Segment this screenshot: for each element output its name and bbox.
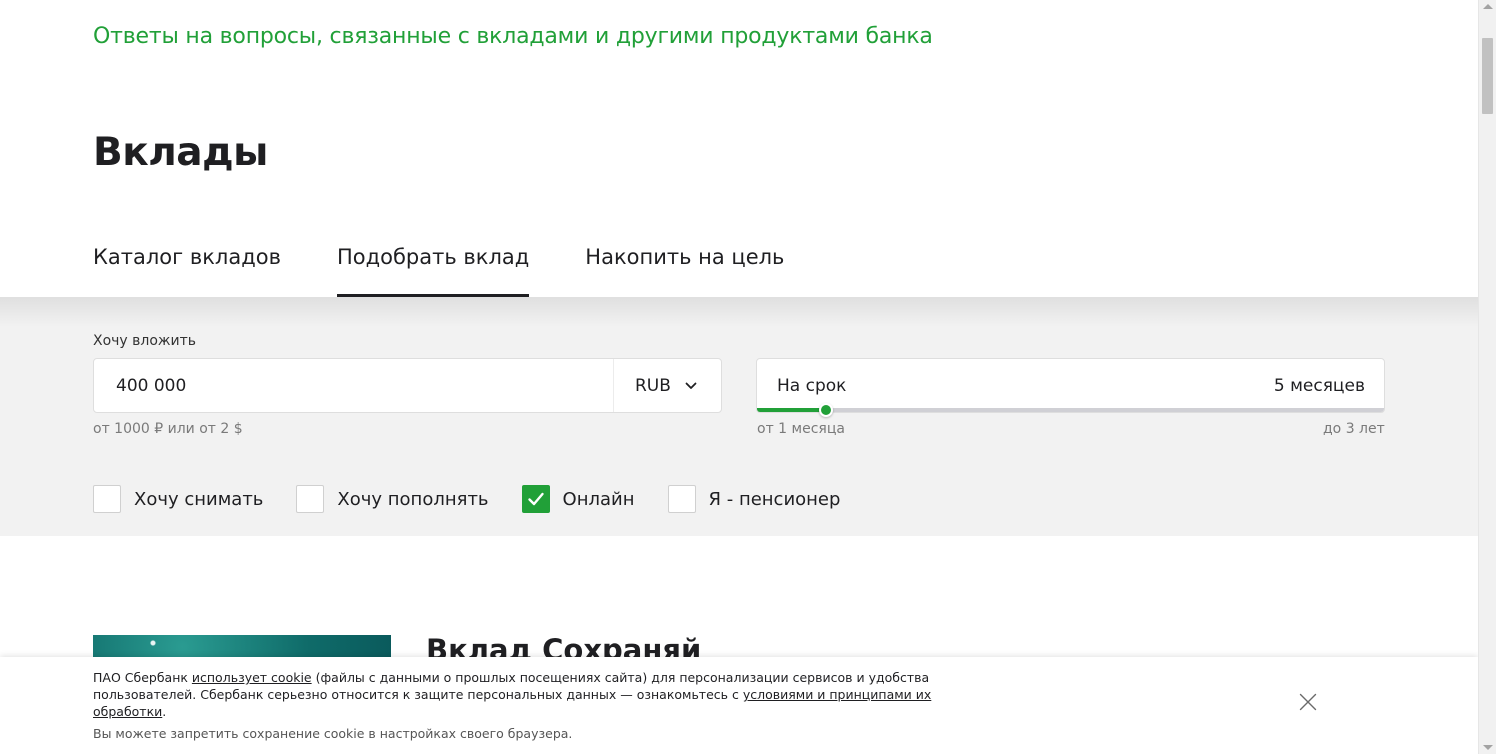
checkbox-label: Хочу пополнять: [337, 488, 489, 510]
checkbox-box[interactable]: [93, 485, 121, 513]
checkbox-box[interactable]: [667, 485, 696, 513]
amount-divider: [613, 359, 614, 412]
term-slider-fill: [757, 408, 826, 412]
checkbox-label: Я - пенсионер: [708, 488, 841, 510]
cookie-banner: ПАО Сбербанк использует cookie (файлы с …: [0, 657, 1478, 754]
checkbox-online[interactable]: Онлайн: [521, 485, 635, 513]
checkbox-replenish[interactable]: Хочу пополнять: [296, 485, 489, 513]
close-icon[interactable]: [1299, 693, 1317, 711]
cookie-policy-link[interactable]: использует cookie: [192, 670, 312, 685]
term-field[interactable]: На срок 5 месяцев: [756, 358, 1385, 417]
tab-pick-deposit[interactable]: Подобрать вклад: [336, 240, 530, 297]
checkbox-withdraw[interactable]: Хочу снимать: [93, 485, 263, 513]
cookie-note: Вы можете запретить сохранение cookie в …: [93, 726, 573, 741]
checkmark-icon: [527, 492, 544, 506]
term-value: 5 месяцев: [1273, 376, 1365, 396]
page-title: Вклады: [93, 130, 268, 175]
cookie-text: ПАО Сбербанк использует cookie (файлы с …: [93, 669, 933, 720]
checkbox-label: Онлайн: [562, 488, 635, 510]
scroll-down-arrow-icon[interactable]: [1483, 745, 1493, 750]
term-label: На срок: [777, 376, 847, 396]
amount-hint: от 1000 ₽ или от 2 $: [93, 421, 243, 437]
checkbox-label: Хочу снимать: [134, 488, 264, 510]
amount-input[interactable]: [116, 359, 596, 412]
checkbox-pensioner[interactable]: Я - пенсионер: [667, 485, 841, 513]
tabs: Каталог вкладов Подобрать вклад Накопить…: [93, 240, 784, 297]
cookie-text-part: .: [162, 704, 167, 719]
chevron-down-icon: [685, 382, 697, 389]
term-slider-track[interactable]: [757, 408, 1384, 412]
tab-save-for-goal[interactable]: Накопить на цель: [585, 240, 784, 297]
options-checkboxes: Хочу снимать Хочу пополнять Онлайн Я - п…: [93, 485, 873, 513]
term-slider-thumb[interactable]: [818, 403, 833, 417]
checkbox-box[interactable]: [521, 485, 550, 513]
currency-select[interactable]: RUB: [635, 359, 697, 412]
currency-value: RUB: [635, 375, 671, 396]
amount-field: RUB: [93, 358, 722, 413]
term-min-label: от 1 месяца: [757, 421, 845, 437]
page: Ответы на вопросы, связанные с вкладами …: [0, 0, 1478, 754]
cookie-text-part: ПАО Сбербанк: [93, 670, 192, 685]
scrollbar[interactable]: [1478, 0, 1496, 754]
amount-label: Хочу вложить: [93, 333, 197, 349]
tab-catalog[interactable]: Каталог вкладов: [93, 240, 281, 297]
scroll-up-arrow-icon[interactable]: [1483, 4, 1493, 9]
checkbox-box[interactable]: [296, 485, 325, 513]
faq-link[interactable]: Ответы на вопросы, связанные с вкладами …: [93, 24, 933, 49]
term-max-label: до 3 лет: [1323, 421, 1385, 437]
scrollbar-thumb[interactable]: [1482, 38, 1493, 114]
